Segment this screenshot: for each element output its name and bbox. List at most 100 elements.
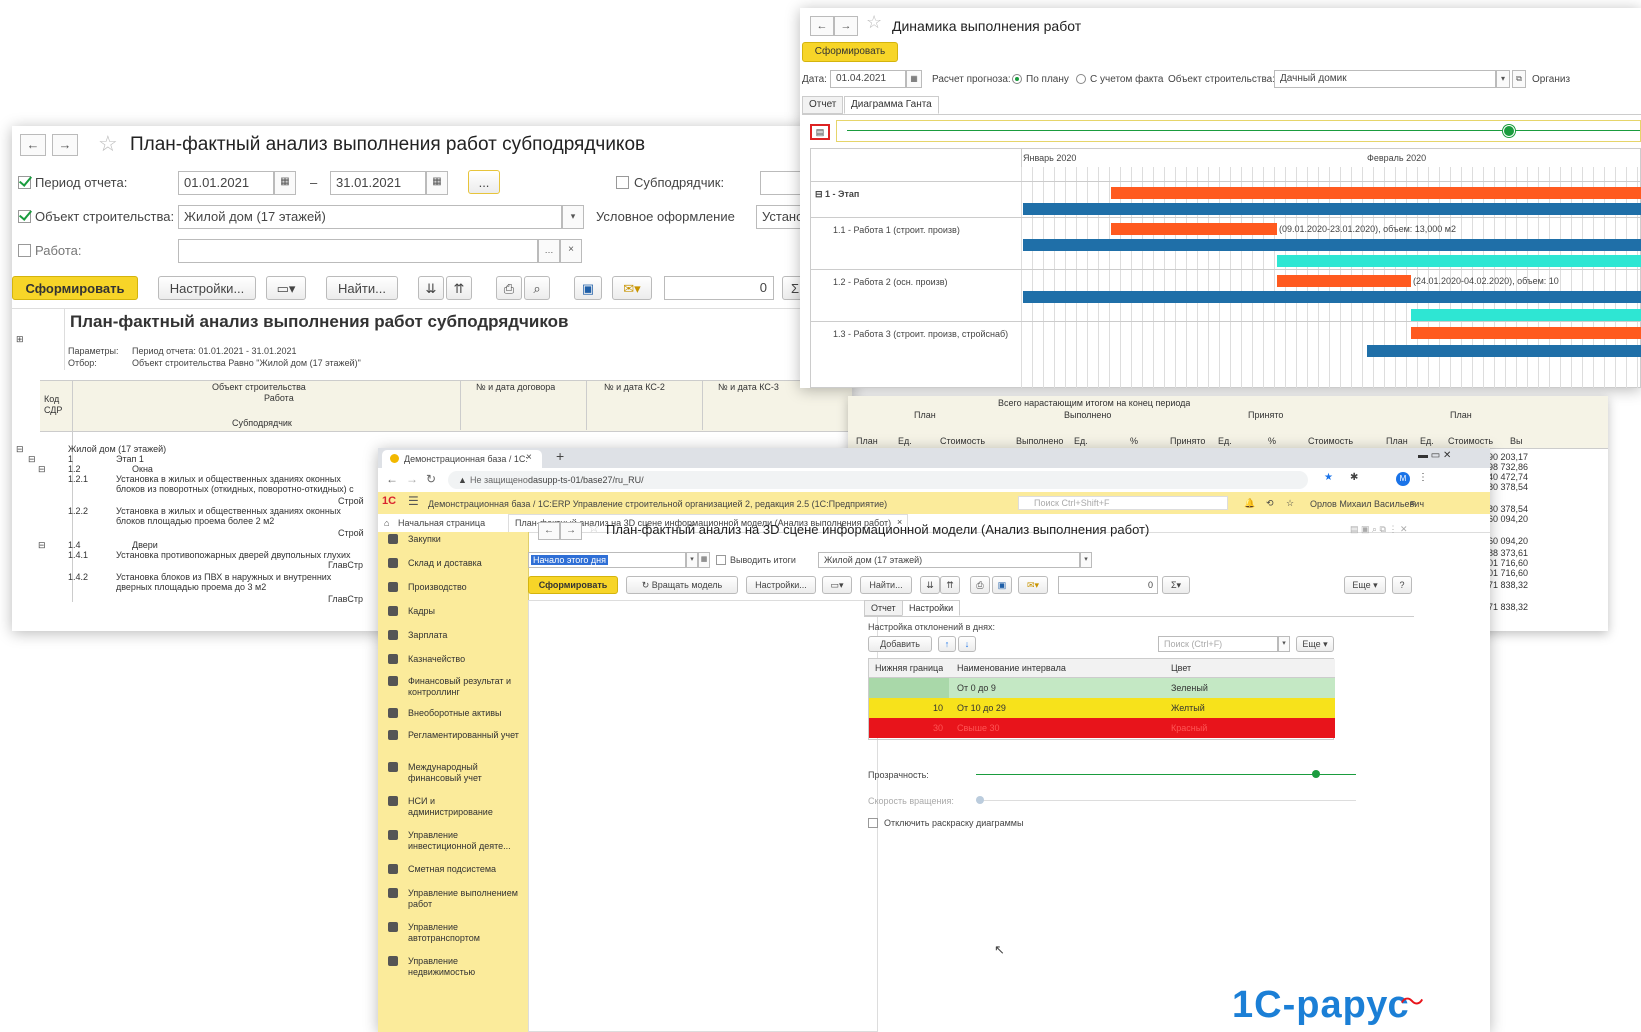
browser-menu-icon[interactable]: ⋮ [1418, 472, 1428, 483]
tree-toggle-icon[interactable]: ⊟ [28, 454, 36, 465]
object-field[interactable]: Дачный домик [1274, 70, 1496, 88]
gantt-bar-plan[interactable] [1411, 327, 1641, 339]
save-icon[interactable]: ▣ [574, 276, 602, 300]
collapse-icon[interactable]: ⇈ [940, 576, 960, 594]
date-field[interactable]: 01.04.2021 [830, 70, 906, 88]
home-tab[interactable]: Начальная страница [398, 518, 485, 528]
url-text[interactable]: dasupp-ts-01/base27/ru_RU/ [528, 475, 644, 485]
collapse-all-icon[interactable]: ⇈ [446, 276, 472, 300]
work-select-icon[interactable]: … [538, 239, 560, 263]
object-field[interactable]: Жилой дом (17 этажей) [178, 205, 562, 229]
calendar-to-icon[interactable]: ▦ [426, 171, 448, 195]
gantt-bar-plan[interactable] [1111, 223, 1277, 235]
tab-gantt[interactable]: Диаграмма Ганта [844, 96, 939, 114]
back-button[interactable]: ← [20, 134, 46, 156]
generate-button[interactable]: Сформировать [12, 276, 138, 300]
table-search-field[interactable]: Поиск (Ctrl+F) [1158, 636, 1278, 652]
mail-icon[interactable]: ✉▾ [612, 276, 652, 300]
tab-settings[interactable]: Настройки [902, 600, 961, 616]
slider-thumb-icon[interactable] [1503, 125, 1515, 137]
mail-icon[interactable]: ✉▾ [1018, 576, 1048, 594]
period-field[interactable]: Начало этого дня [528, 552, 686, 568]
by-fact-radio[interactable] [1076, 74, 1086, 84]
browser-forward-icon[interactable]: → [406, 472, 418, 486]
tab-report[interactable]: Отчет [802, 96, 844, 114]
profile-avatar[interactable]: M [1396, 472, 1410, 486]
form-forward-button[interactable]: → [560, 522, 582, 540]
browser-tab[interactable]: Демонстрационная база / 1С: × [382, 450, 542, 468]
variants-icon[interactable]: ▭▾ [822, 576, 852, 594]
move-down-icon[interactable]: ↓ [958, 636, 976, 652]
tree-toggle-icon[interactable]: ⊟ [38, 540, 46, 551]
scene-area[interactable] [528, 600, 878, 1032]
gantt-scale-slider[interactable] [836, 120, 1641, 142]
gantt-bar-plan[interactable] [1111, 187, 1641, 199]
generate-button[interactable]: Сформировать [802, 42, 898, 62]
more-button[interactable]: Еще ▾ [1344, 576, 1386, 594]
forward-button[interactable]: → [834, 16, 858, 36]
work-checkbox[interactable] [18, 244, 31, 257]
expand-icon[interactable]: ⇊ [920, 576, 940, 594]
gantt-bar-plan[interactable] [1277, 275, 1411, 287]
object-dropdown-icon[interactable]: ▾ [1496, 70, 1510, 88]
table-row[interactable]: 10 От 10 до 29 Желтый [869, 698, 1335, 718]
find-button[interactable]: Найти... [860, 576, 912, 594]
notifications-bell-icon[interactable]: 🔔 [1244, 498, 1255, 509]
object-field[interactable]: Жилой дом (17 этажей) [818, 552, 1080, 568]
gantt-bar-fact[interactable] [1023, 291, 1641, 303]
sum-icon[interactable]: Σ▾ [1162, 576, 1190, 594]
favorite-star-icon[interactable]: ☆ [98, 131, 118, 157]
move-up-icon[interactable]: ↑ [938, 636, 956, 652]
more-table-button[interactable]: Еще ▾ [1296, 636, 1334, 652]
slider-thumb-icon[interactable] [1312, 770, 1320, 778]
app-menu-icon[interactable]: ≡ [1410, 498, 1415, 508]
print-icon[interactable]: ⎙ [496, 276, 522, 300]
bookmark-star-icon[interactable]: ★ [1324, 472, 1333, 483]
period-select-button[interactable]: ... [468, 170, 500, 194]
group-toggle-icon[interactable]: ⊞ [16, 334, 24, 345]
table-row[interactable]: От 0 до 9 Зеленый [869, 678, 1335, 698]
expand-all-icon[interactable]: ⇊ [418, 276, 444, 300]
favorites-icon[interactable]: ☆ [1286, 498, 1294, 509]
print-icon[interactable]: ⎙ [970, 576, 990, 594]
rotation-speed-slider[interactable] [976, 796, 1356, 804]
gantt-bar-extra[interactable] [1411, 309, 1641, 321]
gantt-bar-fact[interactable] [1023, 203, 1641, 215]
favorite-star-icon[interactable]: ☆ [866, 12, 882, 33]
transparency-slider[interactable] [976, 770, 1356, 778]
work-clear-icon[interactable]: × [560, 239, 582, 263]
gantt-bar-fact[interactable] [1367, 345, 1641, 357]
disable-color-checkbox[interactable] [868, 818, 878, 828]
tree-toggle-icon[interactable]: ⊟ [38, 464, 46, 475]
main-menu-icon[interactable]: ☰ [408, 494, 419, 508]
period-checkbox[interactable] [18, 176, 31, 189]
gantt-bar-fact[interactable] [1023, 239, 1641, 251]
find-button[interactable]: Найти... [326, 276, 398, 300]
save-icon[interactable]: ▣ [992, 576, 1012, 594]
object-checkbox[interactable] [18, 210, 31, 223]
window-controls-icon[interactable]: ▬ ▭ ✕ [1418, 450, 1451, 461]
history-icon[interactable]: ⟲ [1266, 498, 1274, 509]
home-icon[interactable]: ⌂ [384, 518, 389, 528]
by-plan-radio[interactable] [1012, 74, 1022, 84]
show-totals-checkbox[interactable] [716, 555, 726, 565]
subcontractor-checkbox[interactable] [616, 176, 629, 189]
settings-button[interactable]: Настройки... [746, 576, 816, 594]
date-to-field[interactable]: 31.01.2021 [330, 171, 426, 195]
form-back-button[interactable]: ← [538, 522, 560, 540]
date-from-field[interactable]: 01.01.2021 [178, 171, 274, 195]
tab-close-icon[interactable]: × [526, 452, 532, 463]
forward-button[interactable]: → [52, 134, 78, 156]
user-name[interactable]: Орлов Михаил Васильевич [1310, 499, 1424, 509]
calendar-icon[interactable]: ▦ [906, 70, 922, 88]
tab-report[interactable]: Отчет [864, 600, 903, 616]
new-tab-icon[interactable]: + [556, 448, 564, 464]
table-search-dropdown-icon[interactable]: ▾ [1278, 636, 1290, 652]
form-star-icon[interactable]: ☆ [588, 520, 600, 536]
settings-button[interactable]: Настройки... [158, 276, 256, 300]
period-dropdown-icon[interactable]: ▾ [686, 552, 698, 568]
gantt-settings-icon[interactable]: ▤ [810, 124, 830, 140]
generate-button[interactable]: Сформировать [528, 576, 618, 594]
object-dropdown-icon[interactable]: ▾ [1080, 552, 1092, 568]
browser-back-icon[interactable]: ← [386, 472, 398, 486]
